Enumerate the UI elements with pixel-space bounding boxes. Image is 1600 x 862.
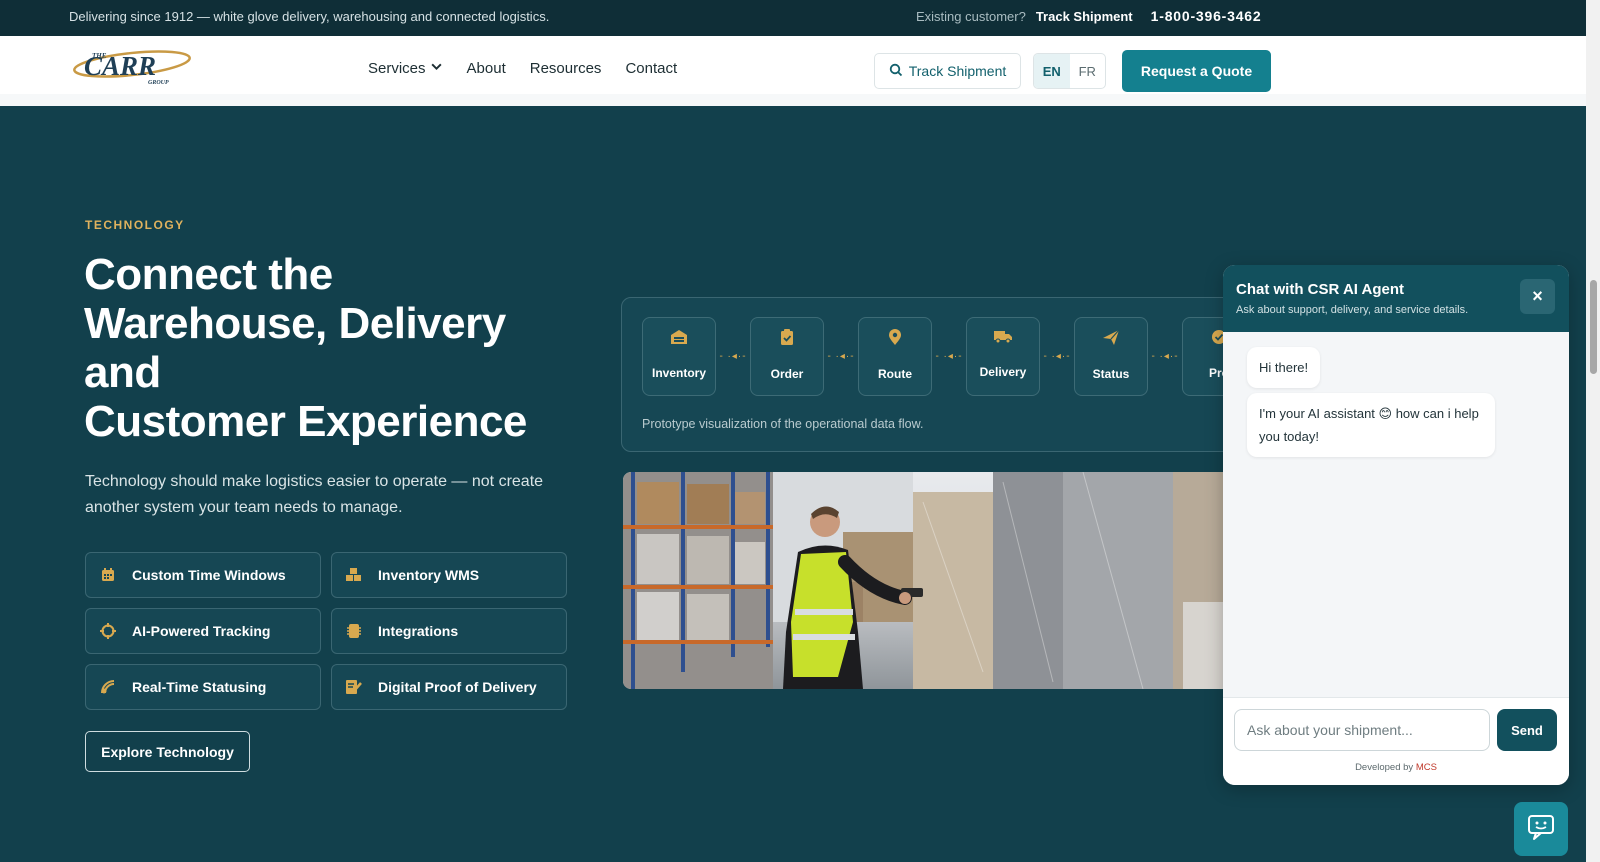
search-icon [889, 63, 903, 80]
flow-step-label: Route [878, 367, 912, 381]
carr-group-logo[interactable]: THE CARR GROUP [70, 42, 194, 88]
page-scrollbar-thumb[interactable] [1590, 280, 1597, 374]
boxes-icon [344, 565, 364, 585]
warehouse-icon [670, 329, 688, 350]
nav-resources[interactable]: Resources [530, 60, 602, 77]
chat-header: Chat with CSR AI Agent Ask about support… [1223, 265, 1569, 332]
feature-label: Digital Proof of Delivery [378, 679, 537, 695]
flow-steps: Inventory - ·◂·- Order - ·◂·- Route - ·◂… [642, 317, 1256, 396]
developer-link[interactable]: MCS [1416, 762, 1437, 773]
feature-real-time-statusing[interactable]: Real-Time Statusing [85, 664, 321, 710]
lang-en-button[interactable]: EN [1034, 54, 1070, 88]
top-track-shipment-link[interactable]: Track Shipment [1036, 9, 1133, 24]
track-shipment-button[interactable]: Track Shipment [874, 53, 1021, 89]
hero-title-line-3: and [84, 348, 161, 397]
chat-close-button[interactable]: × [1520, 279, 1555, 314]
hero-title-line-4: Customer Experience [84, 397, 527, 446]
existing-customer-label: Existing customer? [916, 8, 1026, 24]
flow-step-order: Order [750, 317, 824, 396]
explore-technology-button[interactable]: Explore Technology [85, 731, 250, 772]
map-pin-icon [888, 329, 902, 351]
close-icon: × [1532, 286, 1543, 306]
language-switcher: EN FR [1033, 53, 1106, 89]
chat-subtitle: Ask about support, delivery, and service… [1236, 304, 1469, 316]
hero-title: Connect the Warehouse, Delivery and Cust… [84, 250, 564, 446]
header-divider [0, 94, 1586, 106]
flow-connector: - ·◂·- [935, 351, 963, 362]
clipboard-check-icon [780, 329, 794, 351]
chat-send-button[interactable]: Send [1497, 709, 1557, 751]
request-quote-button[interactable]: Request a Quote [1122, 50, 1271, 92]
flow-step-label: Order [770, 367, 804, 381]
flow-connector: - ·◂·- [719, 351, 747, 362]
hero-description: Technology should make logistics easier … [85, 473, 544, 516]
flow-connector: - ·◂·- [1043, 351, 1071, 362]
feature-grid: Custom Time Windows Inventory WMS AI-Pow… [85, 552, 567, 710]
site-header: THE CARR GROUP Services About Resources … [0, 36, 1586, 94]
truck-icon [993, 329, 1013, 349]
feature-label: Real-Time Statusing [132, 679, 267, 695]
chat-footer: Ask about your shipment... Send Develope… [1223, 697, 1569, 785]
top-bar-tagline: Delivering since 1912 — white glove deli… [69, 9, 550, 24]
nav-services-label: Services [368, 60, 426, 77]
warehouse-worker-photo [623, 472, 1261, 689]
flow-step-delivery: Delivery [966, 317, 1040, 396]
chat-toggle-button[interactable] [1514, 802, 1568, 856]
chat-message-bot: Hi there! [1247, 347, 1321, 388]
signature-icon [344, 677, 364, 697]
section-eyebrow: TECHNOLOGY [85, 218, 185, 232]
flow-caption: Prototype visualization of the operation… [642, 417, 924, 431]
feature-label: Custom Time Windows [132, 567, 286, 583]
flow-connector: - ·◂·- [1151, 351, 1179, 362]
nav-services[interactable]: Services [368, 60, 443, 77]
hero-title-line-1: Connect the [84, 250, 333, 299]
nav-contact[interactable]: Contact [625, 60, 677, 77]
data-flow-card: Inventory - ·◂·- Order - ·◂·- Route - ·◂… [621, 297, 1261, 452]
main-nav: Services About Resources Contact [368, 60, 677, 77]
feature-integrations[interactable]: Integrations [331, 608, 567, 654]
developed-by-credit: Developed by MCS [1223, 762, 1569, 773]
satellite-icon [98, 677, 118, 697]
chat-message-bot: I'm your AI assistant 😊 how can i help y… [1247, 393, 1495, 457]
chat-widget: Chat with CSR AI Agent Ask about support… [1223, 265, 1569, 785]
chat-bubble-icon [1526, 812, 1556, 847]
feature-ai-powered-tracking[interactable]: AI-Powered Tracking [85, 608, 321, 654]
track-shipment-label: Track Shipment [908, 63, 1007, 79]
paper-plane-icon [1102, 329, 1120, 351]
flow-step-status: Status [1074, 317, 1148, 396]
developed-by-label: Developed by [1355, 762, 1414, 773]
top-bar-right: Existing customer? Track Shipment 1-800-… [916, 8, 1261, 24]
feature-label: Inventory WMS [378, 567, 480, 583]
flow-step-route: Route [858, 317, 932, 396]
feature-digital-proof-of-delivery[interactable]: Digital Proof of Delivery [331, 664, 567, 710]
chevron-down-icon [430, 60, 443, 77]
chat-message-input[interactable]: Ask about your shipment... [1234, 709, 1490, 751]
phone-number-link[interactable]: 1-800-396-3462 [1151, 8, 1262, 24]
plug-icon [344, 621, 364, 641]
flow-step-label: Inventory [651, 366, 706, 380]
feature-label: AI-Powered Tracking [132, 623, 271, 639]
flow-step-inventory: Inventory [642, 317, 716, 396]
page-scrollbar-track[interactable] [1586, 0, 1600, 862]
flow-step-label: Status [1092, 367, 1130, 381]
nav-about[interactable]: About [467, 60, 506, 77]
flow-step-label: Delivery [979, 365, 1027, 379]
lang-fr-button[interactable]: FR [1070, 54, 1106, 88]
chat-title: Chat with CSR AI Agent [1236, 281, 1405, 298]
hero-title-line-2: Warehouse, Delivery [84, 299, 506, 348]
logo-carr-text: CARR [84, 51, 156, 81]
flow-connector: - ·◂·- [827, 351, 855, 362]
logo-group-text: GROUP [148, 80, 169, 86]
top-bar: Delivering since 1912 — white glove deli… [0, 0, 1586, 36]
feature-inventory-wms[interactable]: Inventory WMS [331, 552, 567, 598]
feature-label: Integrations [378, 623, 459, 639]
calendar-icon [98, 565, 118, 585]
crosshair-icon [98, 621, 118, 641]
feature-custom-time-windows[interactable]: Custom Time Windows [85, 552, 321, 598]
